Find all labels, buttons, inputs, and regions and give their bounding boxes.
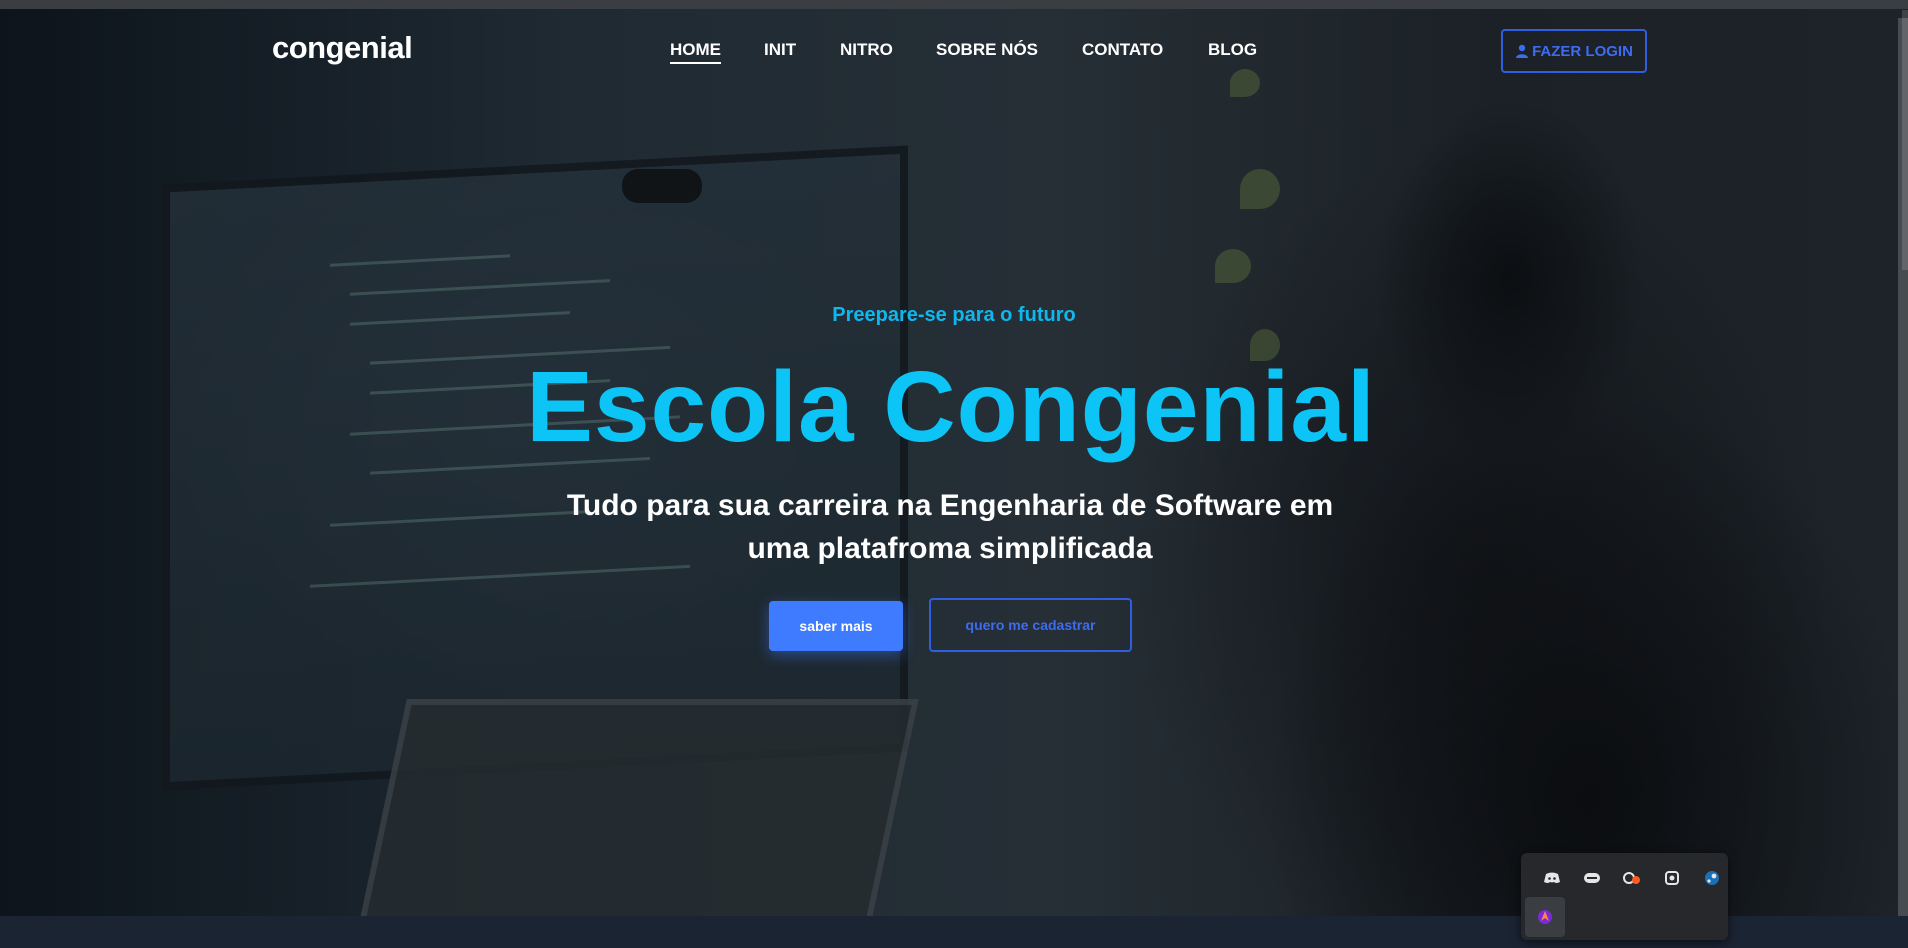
saber-mais-button[interactable]: saber mais [769, 601, 903, 651]
hero-subtitle-line-1: Tudo para sua carreira na Engenharia de … [566, 489, 1334, 522]
hero-eyebrow: Preepare-se para o futuro [832, 304, 1076, 326]
launcher-icon[interactable] [1525, 897, 1565, 937]
background-monitor [162, 145, 908, 791]
openvpn-icon[interactable] [1656, 862, 1688, 894]
nav-blog[interactable]: BLOG [1208, 40, 1257, 60]
user-icon [1516, 44, 1529, 58]
window-top-border [0, 0, 1908, 9]
discord-icon[interactable] [1536, 862, 1568, 894]
hero-title: Escola Congenial [526, 351, 1376, 463]
steam-icon[interactable] [1696, 862, 1728, 894]
nav-home[interactable]: HOME [670, 40, 721, 64]
hero-subtitle-line-2: uma platafroma simplificada [747, 532, 1153, 565]
background-laptop [353, 699, 919, 916]
system-tray-overflow [1521, 853, 1728, 940]
login-button[interactable]: FAZER LOGIN [1501, 29, 1647, 73]
cadastrar-button[interactable]: quero me cadastrar [929, 598, 1132, 652]
login-button-label: FAZER LOGIN [1532, 42, 1633, 60]
nav-init[interactable]: INIT [764, 40, 796, 60]
nav-sobre-nos[interactable]: SOBRE NÓS [936, 40, 1038, 60]
hero-subtitle: Tudo para sua carreira na Engenharia de … [450, 484, 1450, 570]
nav-contato[interactable]: CONTATO [1082, 40, 1163, 60]
page-scrollbar[interactable] [1902, 10, 1908, 270]
nav-nitro[interactable]: NITRO [840, 40, 893, 60]
nvidia-icon[interactable] [1576, 862, 1608, 894]
site-logo[interactable]: congenial [272, 30, 413, 66]
origin-icon[interactable] [1616, 862, 1648, 894]
background-webcam [622, 169, 702, 203]
